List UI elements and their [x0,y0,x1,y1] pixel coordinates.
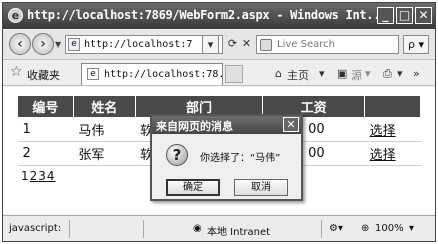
select-link[interactable]: 选择 [364,117,421,142]
cell-name: 张军 [73,141,136,166]
status-bar: javascript: ◉ 本地 Intranet ⚙▾ ⊕ 100% ▾ [3,215,435,241]
status-divider [143,220,144,238]
close-window-button[interactable]: ✕ [415,7,432,24]
address-url: http://localhost:7 [84,39,193,50]
page-link-1: 1 [21,169,30,183]
grid-header-action [364,95,421,118]
dialog-title: 来自网页的消息 [156,120,233,133]
grid-header-name: 姓名 [72,95,136,118]
page-link-2[interactable]: 2 [30,169,39,183]
pager: 1234 [21,169,56,183]
ie-logo-icon: e [8,8,23,23]
print-icon[interactable]: ⎙ [383,67,392,81]
title-bar: e http://localhost:7869/WebForm2.aspx - … [3,3,435,29]
minimize-button[interactable]: _ [377,7,394,24]
tab-title: http://localhost:78... [104,69,237,80]
protected-mode-icon[interactable]: ⚙▾ [329,223,343,234]
home-icon[interactable]: ⌂ [275,67,282,80]
home-dropdown-icon[interactable]: ▾ [319,67,325,80]
cell-id: 2 [17,141,74,166]
status-divider [321,220,322,238]
search-field[interactable]: Live Search [256,35,399,54]
zone-label: 本地 Intranet [207,227,271,238]
zoom-icon[interactable]: ⊕ [361,223,369,234]
tab-page-icon: e [87,68,99,80]
ok-button[interactable]: 确定 [166,179,220,196]
search-placeholder: Live Search [277,39,335,50]
toolbar-more-icon[interactable]: » [413,67,420,80]
dialog-message: 你选择了：“马伟” [200,153,281,164]
feeds-dropdown-icon[interactable]: ▾ [365,67,371,80]
stop-icon[interactable]: ✕ [238,35,255,54]
zoom-dropdown-icon[interactable]: ▾ [409,223,414,234]
favorites-bar: ☆ 收藏夹 e http://localhost:78... ⌂ 主页 ▾ ▣ … [3,61,435,86]
history-dropdown-icon[interactable]: ▼ [55,40,61,49]
question-icon: ? [166,144,188,166]
favorites-star-icon[interactable]: ☆ [10,64,23,80]
maximize-button[interactable]: □ [396,7,413,24]
status-divider [69,220,70,238]
home-label[interactable]: 主页 [287,67,309,83]
new-tab-button[interactable] [225,65,243,83]
cancel-button[interactable]: 取消 [234,179,288,196]
print-dropdown-icon[interactable]: ▾ [397,67,403,80]
browser-tab[interactable]: e http://localhost:78... [81,63,236,85]
page-icon: e [68,38,80,51]
window-title: http://localhost:7869/WebForm2.aspx - Wi… [27,8,388,22]
zoom-level[interactable]: 100% [375,223,404,234]
search-engine-icon [260,39,272,51]
grid-header-id: 编号 [17,95,74,118]
address-dropdown-button[interactable]: ▾ [202,35,219,54]
select-link[interactable]: 选择 [364,141,421,166]
cell-id: 1 [17,117,74,142]
cell-name: 马伟 [73,117,136,142]
address-field[interactable]: e http://localhost:7 [65,35,223,54]
dialog-close-button[interactable]: ✕ [283,117,299,132]
address-toolbar: ‹ › ▼ e http://localhost:7 ▾ ⟳ ✕ Live Se… [3,30,435,60]
dialog-title-bar: 来自网页的消息 ✕ [152,116,301,134]
zone-icon: ◉ [193,223,202,234]
favorites-label[interactable]: 收藏夹 [27,67,60,83]
back-button[interactable]: ‹ [9,33,31,55]
feeds-icon[interactable]: ▣ [337,67,347,80]
forward-button[interactable]: › [32,33,54,55]
feeds-label[interactable]: 源 [351,67,362,83]
message-dialog: 来自网页的消息 ✕ ? 你选择了：“马伟” 确定 取消 [150,114,303,201]
page-link-3[interactable]: 3 [38,169,47,183]
page-link-4[interactable]: 4 [47,169,56,183]
search-go-button[interactable]: ρ ▾ [403,35,429,54]
status-text: javascript: [9,223,62,234]
